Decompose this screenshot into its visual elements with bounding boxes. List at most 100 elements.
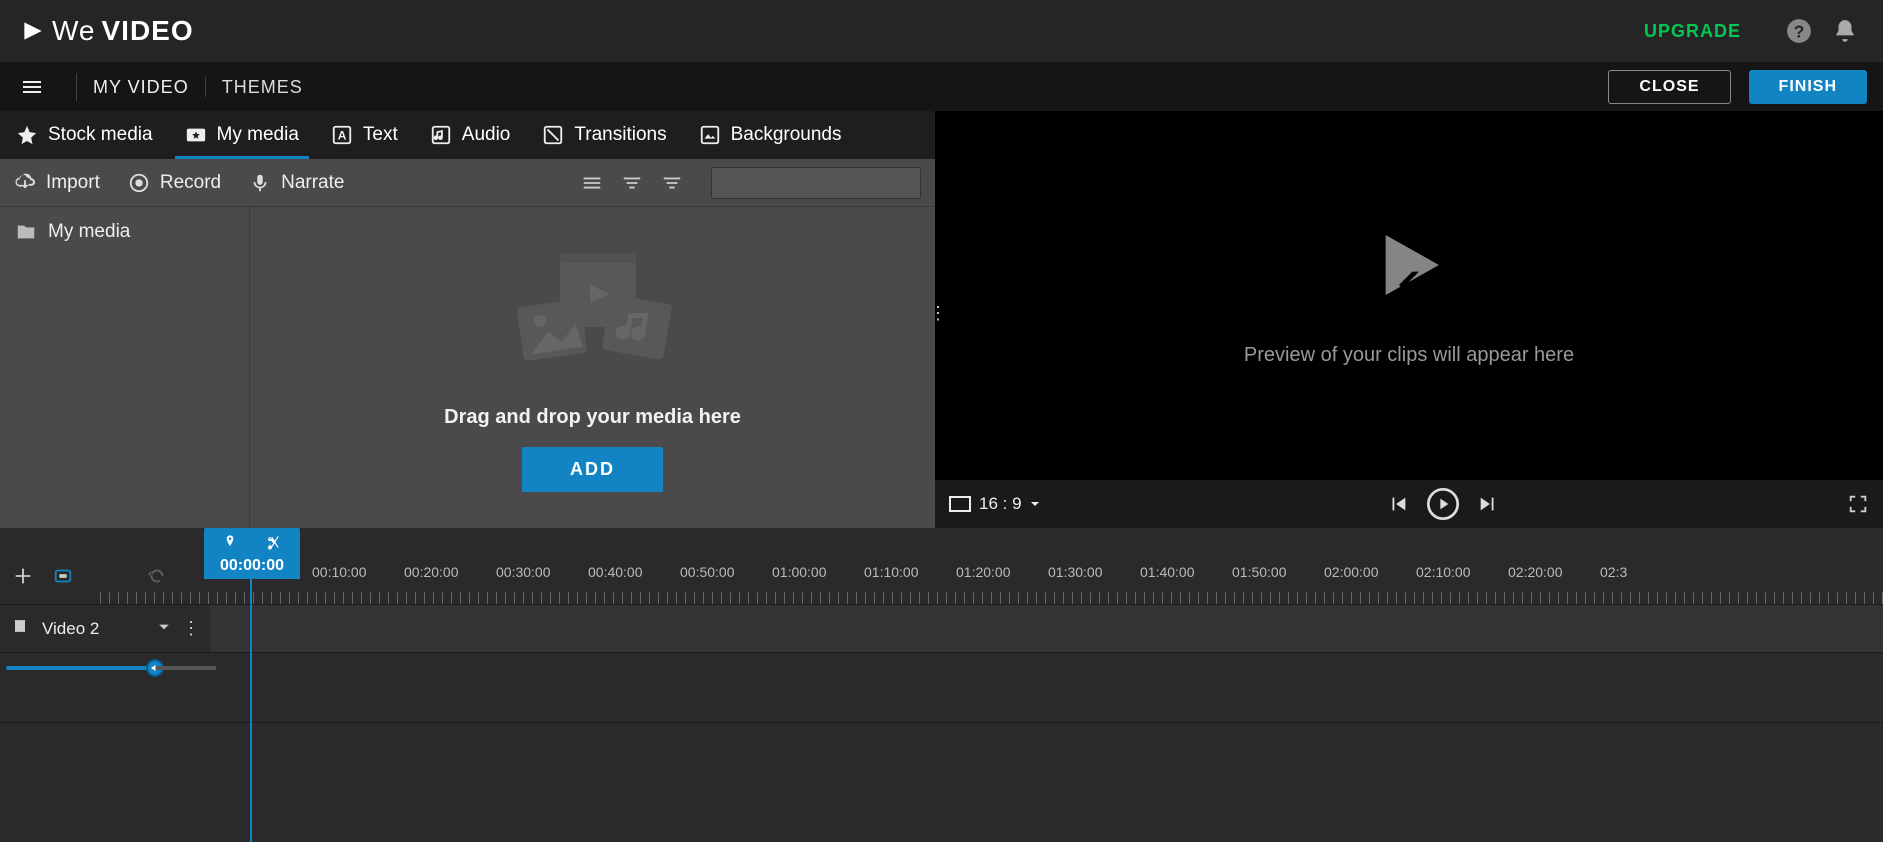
tab-transitions[interactable]: Transitions	[542, 111, 666, 159]
aspect-label: 16 : 9	[979, 494, 1022, 514]
ruler-label: 00:30:00	[496, 564, 551, 580]
divider	[205, 77, 206, 97]
project-name[interactable]: MY VIDEO	[93, 77, 189, 98]
track-row-video2: Video 2 ⋮	[0, 605, 1883, 653]
view-list-icon[interactable]	[581, 172, 603, 194]
folder-tree: My media	[0, 207, 250, 528]
upload-cloud-icon	[14, 172, 36, 194]
ruler-label: 01:20:00	[956, 564, 1011, 580]
zoom-slider-knob[interactable]	[146, 659, 164, 677]
ruler-label: 01:50:00	[1232, 564, 1287, 580]
ruler[interactable]: 00:10:0000:20:0000:30:0000:40:0000:50:00…	[100, 564, 1883, 604]
ruler-label: 00:40:00	[588, 564, 643, 580]
folder-my-media[interactable]: My media	[14, 221, 235, 243]
record-icon	[128, 172, 150, 194]
audio-icon	[430, 124, 452, 146]
preview-panel: ⋮ Preview of your clips will appear here…	[935, 111, 1883, 528]
star-icon	[16, 124, 38, 146]
ruler-label: 01:30:00	[1048, 564, 1103, 580]
ruler-label: 02:10:00	[1416, 564, 1471, 580]
folder-icon	[14, 221, 38, 243]
timeline-ruler[interactable]: 00:00:00 00:10:00 00:20:00 00:30:00 00:40:0…	[100, 528, 1883, 604]
divider	[76, 73, 77, 101]
drop-area[interactable]: Drag and drop your media here ADD	[250, 207, 935, 528]
ruler-label: 01:40:00	[1140, 564, 1195, 580]
scissors-icon[interactable]	[266, 534, 282, 555]
project-bar: MY VIDEO THEMES CLOSE FINISH	[0, 63, 1883, 111]
sort-asc-icon[interactable]	[661, 172, 683, 194]
tab-backgrounds[interactable]: Backgrounds	[699, 111, 842, 159]
prev-frame-button[interactable]	[1387, 493, 1409, 515]
media-search[interactable]	[711, 167, 921, 199]
timeline-ruler-area: 00:00:00 00:10:00 00:20:00 00:30:00 00:40:0…	[0, 528, 1883, 604]
tab-label: Backgrounds	[731, 124, 842, 146]
svg-text:A: A	[338, 129, 347, 143]
top-header: WeVIDEO UPGRADE ?	[0, 0, 1883, 63]
media-tabs: Stock media My media A Text Audio Transi…	[0, 111, 935, 159]
help-icon[interactable]: ?	[1781, 13, 1817, 49]
track-dropdown-icon[interactable]	[158, 620, 170, 638]
search-input[interactable]	[720, 174, 919, 191]
tab-label: Text	[363, 124, 398, 146]
ruler-label: 02:20:00	[1508, 564, 1563, 580]
text-icon: A	[331, 124, 353, 146]
tab-audio[interactable]: Audio	[430, 111, 511, 159]
aspect-ratio-selector[interactable]: 16 : 9	[949, 494, 1040, 514]
backgrounds-icon	[699, 124, 721, 146]
zoom-slider-row	[0, 653, 1883, 683]
empty-media-illustration	[498, 243, 688, 388]
media-action-bar: Import Record Narrate	[0, 159, 935, 207]
panel-resize-handle[interactable]: ⋮	[929, 303, 947, 324]
media-body: My media	[0, 207, 935, 528]
track-body[interactable]	[210, 605, 1883, 652]
ruler-label: 00:10:00	[312, 564, 367, 580]
menu-hamburger-icon[interactable]	[16, 71, 48, 103]
tab-label: Transitions	[574, 124, 666, 146]
upgrade-link[interactable]: UPGRADE	[1644, 21, 1741, 42]
track-more-icon[interactable]: ⋮	[182, 618, 200, 639]
fit-timeline-button[interactable]	[52, 565, 74, 592]
next-frame-button[interactable]	[1477, 493, 1499, 515]
ruler-label: 02:3	[1600, 564, 1627, 580]
record-button[interactable]: Record	[128, 172, 221, 194]
action-label: Narrate	[281, 172, 344, 194]
folder-label: My media	[48, 221, 130, 243]
media-panel: Stock media My media A Text Audio Transi…	[0, 111, 935, 528]
tab-label: Audio	[462, 124, 511, 146]
narrate-button[interactable]: Narrate	[249, 172, 344, 194]
add-track-button[interactable]	[12, 565, 34, 592]
wevideo-logo[interactable]: WeVIDEO	[20, 15, 194, 47]
tab-my-media[interactable]: My media	[185, 111, 299, 159]
playhead[interactable]: 00:00:00	[204, 528, 300, 579]
zoom-slider[interactable]	[6, 666, 156, 670]
track-row-empty	[0, 683, 1883, 723]
timeline-tools	[0, 528, 100, 604]
marker-icon[interactable]	[222, 534, 238, 555]
import-button[interactable]: Import	[14, 172, 100, 194]
close-button[interactable]: CLOSE	[1608, 70, 1730, 104]
preview-area: Preview of your clips will appear here	[935, 111, 1883, 480]
ruler-label: 02:00:00	[1324, 564, 1379, 580]
fullscreen-button[interactable]	[1847, 493, 1869, 515]
drop-text: Drag and drop your media here	[444, 406, 741, 429]
tab-text[interactable]: A Text	[331, 111, 398, 159]
tab-stock-media[interactable]: Stock media	[16, 111, 153, 159]
themes-button[interactable]: THEMES	[222, 77, 303, 98]
aspect-icon	[949, 496, 971, 512]
tab-label: Stock media	[48, 124, 153, 146]
sort-desc-icon[interactable]	[621, 172, 643, 194]
finish-button[interactable]: FINISH	[1749, 70, 1867, 104]
play-button[interactable]	[1427, 488, 1459, 520]
action-label: Record	[160, 172, 221, 194]
timeline-tracks: Video 2 ⋮	[0, 604, 1883, 723]
ruler-ticks	[100, 592, 1883, 604]
preview-placeholder-text: Preview of your clips will appear here	[1244, 344, 1574, 367]
microphone-icon	[249, 172, 271, 194]
add-media-button[interactable]: ADD	[522, 447, 663, 492]
video-track-icon	[10, 616, 30, 641]
notification-bell-icon[interactable]	[1827, 13, 1863, 49]
tab-label: My media	[217, 124, 299, 146]
ruler-label: 00:20:00	[404, 564, 459, 580]
playhead-line[interactable]	[250, 574, 252, 842]
playhead-time: 00:00:00	[220, 557, 284, 575]
